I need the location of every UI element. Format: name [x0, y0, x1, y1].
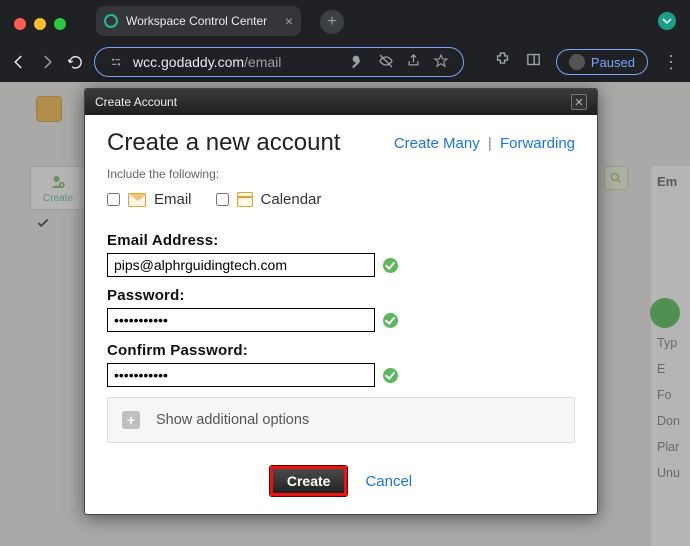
key-icon[interactable] — [350, 53, 366, 72]
address-bar[interactable]: wcc.godaddy.com/email — [94, 47, 464, 77]
tab-title: Workspace Control Center — [126, 14, 267, 28]
include-following-text: Include the following: — [107, 167, 575, 181]
check-ok-icon — [383, 258, 398, 273]
window-controls — [14, 18, 66, 30]
include-email-label: Email — [154, 191, 192, 208]
share-icon[interactable] — [406, 53, 421, 72]
close-tab-icon[interactable]: × — [285, 13, 293, 29]
modal-titlebar: Create Account ✕ — [85, 89, 597, 115]
url-text: wcc.godaddy.com/email — [133, 54, 281, 70]
addr-actions — [350, 53, 449, 72]
browser-toolbar: wcc.godaddy.com/email Paused ⋮ — [0, 42, 690, 82]
forward-icon[interactable] — [38, 53, 56, 71]
close-window-icon[interactable] — [14, 18, 26, 30]
forwarding-link[interactable]: Forwarding — [500, 135, 575, 152]
pipe: | — [488, 135, 492, 152]
modal-heading: Create a new account — [107, 129, 340, 157]
create-account-modal: Create Account ✕ Create a new account Cr… — [84, 88, 598, 515]
modal-body: Create a new account Create Many | Forwa… — [85, 115, 597, 514]
eye-off-icon[interactable] — [378, 53, 394, 72]
site-settings-icon[interactable] — [109, 55, 123, 69]
email-address-input[interactable] — [107, 253, 375, 277]
password-input[interactable] — [107, 308, 375, 332]
kebab-menu-icon[interactable]: ⋮ — [662, 52, 680, 73]
check-ok-icon — [383, 368, 398, 383]
browser-tab[interactable]: Workspace Control Center × — [96, 6, 301, 36]
new-tab-button[interactable]: + — [320, 10, 344, 34]
show-additional-options[interactable]: + Show additional options — [107, 397, 575, 443]
mail-icon — [128, 193, 146, 207]
include-calendar-checkbox[interactable] — [216, 193, 229, 206]
toolbar-right: Paused ⋮ — [494, 49, 680, 75]
paused-label: Paused — [591, 55, 635, 70]
include-calendar-option[interactable]: Calendar — [216, 191, 322, 208]
bookmark-star-icon[interactable] — [433, 53, 449, 72]
modal-title-text: Create Account — [95, 95, 177, 109]
plus-icon: + — [122, 411, 140, 429]
confirm-password-input[interactable] — [107, 363, 375, 387]
email-address-label: Email Address: — [107, 232, 575, 249]
minimize-window-icon[interactable] — [34, 18, 46, 30]
include-email-option[interactable]: Email — [107, 191, 192, 208]
check-ok-icon — [383, 313, 398, 328]
maximize-window-icon[interactable] — [54, 18, 66, 30]
create-button[interactable]: Create — [270, 466, 348, 496]
side-panel-icon[interactable] — [525, 51, 542, 73]
browser-chrome: Workspace Control Center × + wcc.godaddy… — [0, 0, 690, 82]
include-email-checkbox[interactable] — [107, 193, 120, 206]
password-label: Password: — [107, 287, 575, 304]
avatar-icon — [569, 54, 585, 70]
tab-favicon-icon — [104, 14, 118, 28]
cancel-button[interactable]: Cancel — [365, 473, 412, 490]
create-many-link[interactable]: Create Many — [394, 135, 480, 152]
reload-icon[interactable] — [66, 53, 84, 71]
include-calendar-label: Calendar — [261, 191, 322, 208]
back-icon[interactable] — [10, 53, 28, 71]
show-additional-options-label: Show additional options — [156, 412, 309, 428]
extensions-icon[interactable] — [494, 51, 511, 73]
confirm-password-label: Confirm Password: — [107, 342, 575, 359]
profile-paused-chip[interactable]: Paused — [556, 49, 648, 75]
modal-header-links: Create Many | Forwarding — [394, 135, 575, 152]
profile-menu-button[interactable] — [658, 12, 676, 30]
modal-close-icon[interactable]: ✕ — [571, 94, 587, 110]
calendar-icon — [237, 192, 253, 207]
